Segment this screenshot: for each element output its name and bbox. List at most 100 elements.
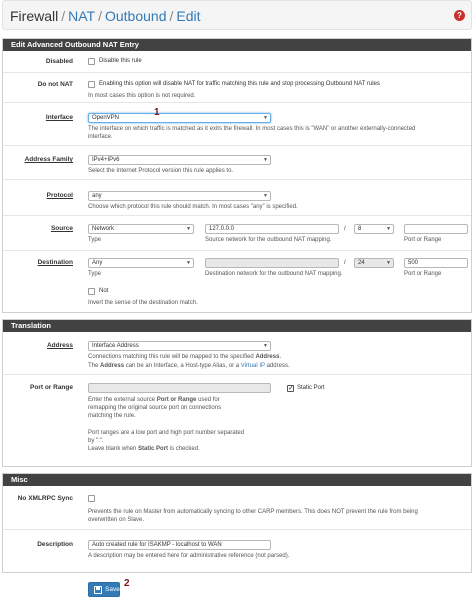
disabled-label: Disabled xyxy=(45,58,73,65)
destination-port-value: 500 xyxy=(408,260,419,266)
source-type-select[interactable]: Network ▼ xyxy=(88,224,194,234)
portrange-help-line6: Leave blank when Static Port is checked. xyxy=(88,446,200,452)
translation-panel: Translation Address Interface Address ▼ … xyxy=(2,319,472,467)
source-slash: / xyxy=(344,226,346,232)
source-type-help: Type xyxy=(88,237,102,243)
destination-type-help: Type xyxy=(88,271,102,277)
destination-address-input[interactable] xyxy=(205,258,339,268)
address-select-value: Interface Address xyxy=(92,343,139,349)
misc-panel: Misc No XMLRPC Sync Prevents the rule on… xyxy=(2,473,472,573)
interface-help-line2: interface. xyxy=(88,134,113,140)
portrange-help-line5: by ":". xyxy=(88,438,104,444)
breadcrumb-firewall: Firewall xyxy=(10,8,59,24)
portrange-row: Port or Range Static Port Enter the exte… xyxy=(3,375,471,467)
portrange-help-line2: remapping the original source port on co… xyxy=(88,405,222,411)
interface-select-value: OpenVPN xyxy=(92,115,120,121)
virtual-ip-link[interactable]: Virtual IP xyxy=(241,363,265,369)
family-label[interactable]: Address Family xyxy=(25,156,73,163)
description-input[interactable]: Auto created rule for ISAKMP - localhost… xyxy=(88,540,271,550)
destination-not-checkbox[interactable] xyxy=(88,288,95,295)
destination-type-select[interactable]: Any ▼ xyxy=(88,258,194,268)
donat-help: In most cases this option is not require… xyxy=(88,93,196,99)
breadcrumb: Firewall / NAT / Outbound / Edit ? xyxy=(2,0,472,30)
donat-label: Do not NAT xyxy=(37,81,73,88)
help-icon[interactable]: ? xyxy=(454,10,465,21)
static-port-checkbox[interactable] xyxy=(287,384,294,392)
family-select-value: IPv4+IPv6 xyxy=(92,157,120,163)
breadcrumb-edit-link[interactable]: Edit xyxy=(176,8,200,24)
interface-select[interactable]: OpenVPN ▼ xyxy=(88,113,271,123)
noxmlrpc-row: No XMLRPC Sync Prevents the rule on Mast… xyxy=(3,486,471,530)
static-port-label: Static Port xyxy=(297,385,325,391)
disabled-checkbox-label: Disable this rule xyxy=(99,58,142,64)
destination-mask-select[interactable]: 24 ▼ xyxy=(354,258,394,268)
breadcrumb-nat-link[interactable]: NAT xyxy=(68,8,95,24)
source-mask-value: 8 xyxy=(358,226,362,232)
source-label[interactable]: Source xyxy=(51,225,73,232)
breadcrumb-separator: / xyxy=(98,8,102,24)
disabled-checkbox[interactable] xyxy=(88,58,95,65)
family-select[interactable]: IPv4+IPv6 ▼ xyxy=(88,155,271,165)
chevron-down-icon: ▼ xyxy=(263,157,268,163)
disabled-row: Disabled Disable this rule xyxy=(3,51,471,73)
destination-mask-value: 24 xyxy=(358,260,365,266)
save-button[interactable]: Save xyxy=(88,582,120,597)
translation-panel-title: Translation xyxy=(3,320,471,332)
portrange-help-line1: Enter the external source Port or Range … xyxy=(88,397,220,403)
chevron-down-icon: ▼ xyxy=(186,260,191,266)
source-port-input[interactable] xyxy=(404,224,468,234)
chevron-down-icon: ▼ xyxy=(263,193,268,199)
destination-address-help: Destination network for the outbound NAT… xyxy=(205,271,343,277)
description-label: Description xyxy=(37,541,73,548)
destination-not-label: Not xyxy=(99,288,109,294)
noxmlrpc-help-line2: overwritten on Slave. xyxy=(88,517,145,523)
edit-panel-title: Edit Advanced Outbound NAT Entry xyxy=(3,39,471,51)
source-address-value: 127.0.0.0 xyxy=(209,226,235,232)
source-address-input[interactable]: 127.0.0.0 xyxy=(205,224,339,234)
family-row: Address Family IPv4+IPv6 ▼ Select the In… xyxy=(3,146,471,180)
edit-panel: Edit Advanced Outbound NAT Entry Disable… xyxy=(2,38,472,313)
description-value: Auto created rule for ISAKMP - localhost… xyxy=(92,542,222,548)
donat-checkbox[interactable] xyxy=(88,81,95,88)
save-button-label: Save xyxy=(105,586,120,593)
chevron-down-icon: ▼ xyxy=(263,115,268,121)
noxmlrpc-checkbox[interactable] xyxy=(88,495,95,502)
portrange-input[interactable] xyxy=(88,383,271,393)
donat-row: Do not NAT Enabling this option will dis… xyxy=(3,73,471,103)
address-label[interactable]: Address xyxy=(47,342,73,349)
address-help-line2: The Address can be an Interface, a Host-… xyxy=(88,363,290,369)
donat-checkbox-label: Enabling this option will disable NAT fo… xyxy=(99,81,380,87)
source-row: Source Network ▼ 127.0.0.0 / 8 ▼ Type So… xyxy=(3,216,471,251)
misc-panel-title: Misc xyxy=(3,474,471,486)
portrange-help-line3: matching the rule. xyxy=(88,413,136,419)
protocol-select-value: any xyxy=(92,193,102,199)
interface-row: Interface OpenVPN ▼ The interface on whi… xyxy=(3,103,471,146)
interface-label[interactable]: Interface xyxy=(46,114,73,121)
floppy-disk-icon xyxy=(94,586,102,594)
protocol-select[interactable]: any ▼ xyxy=(88,191,271,201)
portrange-help-line4: Port ranges are a low port and high port… xyxy=(88,430,245,436)
breadcrumb-separator: / xyxy=(61,8,66,24)
annotation-marker-1: 1 xyxy=(154,107,160,118)
noxmlrpc-label: No XMLRPC Sync xyxy=(17,495,73,502)
destination-not-help: Invert the sense of the destination matc… xyxy=(88,300,198,306)
source-address-help: Source network for the outbound NAT mapp… xyxy=(205,237,332,243)
address-help-line1: Connections matching this rule will be m… xyxy=(88,354,282,360)
source-mask-select[interactable]: 8 ▼ xyxy=(354,224,394,234)
destination-port-help: Port or Range xyxy=(404,271,442,277)
chevron-down-icon: ▼ xyxy=(386,226,391,232)
destination-type-value: Any xyxy=(92,260,103,266)
source-port-help: Port or Range xyxy=(404,237,442,243)
annotation-marker-2: 2 xyxy=(124,578,130,589)
chevron-down-icon: ▼ xyxy=(263,343,268,349)
portrange-label: Port or Range xyxy=(30,384,73,391)
chevron-down-icon: ▼ xyxy=(386,260,391,266)
breadcrumb-outbound-link[interactable]: Outbound xyxy=(105,8,167,24)
protocol-help: Choose which protocol this rule should m… xyxy=(88,204,298,210)
address-select[interactable]: Interface Address ▼ xyxy=(88,341,271,351)
destination-label[interactable]: Destination xyxy=(38,259,73,266)
interface-help-line1: The interface on which traffic is matche… xyxy=(88,126,416,132)
protocol-label[interactable]: Protocol xyxy=(47,192,73,199)
family-help: Select the Internet Protocol version thi… xyxy=(88,168,234,174)
destination-port-input[interactable]: 500 xyxy=(404,258,468,268)
